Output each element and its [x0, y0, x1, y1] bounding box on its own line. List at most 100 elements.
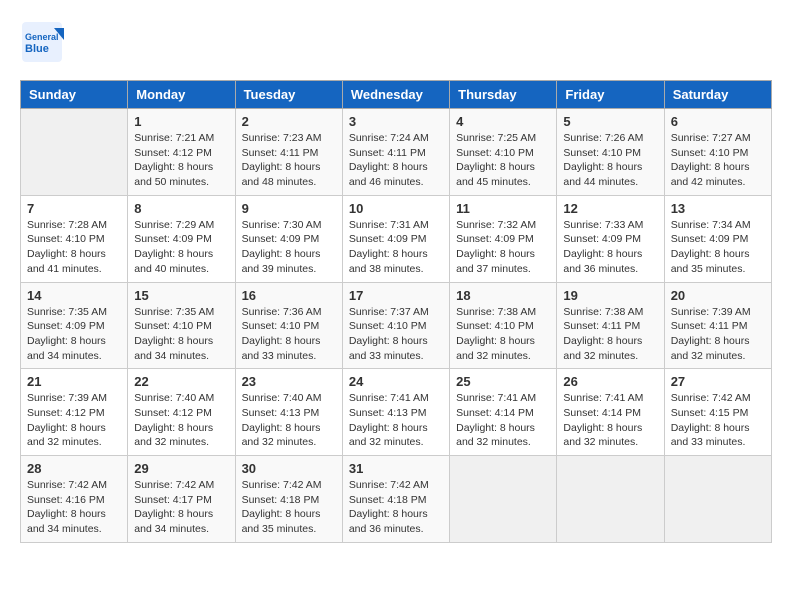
day-info: Sunrise: 7:34 AM Sunset: 4:09 PM Dayligh… [671, 218, 765, 277]
day-number: 24 [349, 374, 443, 389]
calendar-cell: 7 Sunrise: 7:28 AM Sunset: 4:10 PM Dayli… [21, 195, 128, 282]
daylight-label: Daylight: 8 hours and 32 minutes. [456, 335, 535, 362]
sunset-label: Sunset: 4:09 PM [27, 320, 105, 332]
sunrise-label: Sunrise: 7:42 AM [27, 479, 107, 491]
sunrise-label: Sunrise: 7:29 AM [134, 219, 214, 231]
day-info: Sunrise: 7:24 AM Sunset: 4:11 PM Dayligh… [349, 131, 443, 190]
day-info: Sunrise: 7:42 AM Sunset: 4:17 PM Dayligh… [134, 478, 228, 537]
sunset-label: Sunset: 4:09 PM [349, 233, 427, 245]
sunrise-label: Sunrise: 7:28 AM [27, 219, 107, 231]
daylight-label: Daylight: 8 hours and 34 minutes. [27, 335, 106, 362]
day-info: Sunrise: 7:35 AM Sunset: 4:10 PM Dayligh… [134, 305, 228, 364]
day-number: 7 [27, 201, 121, 216]
sunset-label: Sunset: 4:10 PM [563, 147, 641, 159]
calendar-table: SundayMondayTuesdayWednesdayThursdayFrid… [20, 80, 772, 543]
sunset-label: Sunset: 4:12 PM [134, 407, 212, 419]
day-number: 30 [242, 461, 336, 476]
day-number: 18 [456, 288, 550, 303]
sunset-label: Sunset: 4:12 PM [134, 147, 212, 159]
sunset-label: Sunset: 4:10 PM [134, 320, 212, 332]
day-info: Sunrise: 7:42 AM Sunset: 4:15 PM Dayligh… [671, 391, 765, 450]
calendar-cell: 12 Sunrise: 7:33 AM Sunset: 4:09 PM Dayl… [557, 195, 664, 282]
day-number: 10 [349, 201, 443, 216]
day-number: 21 [27, 374, 121, 389]
daylight-label: Daylight: 8 hours and 48 minutes. [242, 161, 321, 188]
sunset-label: Sunset: 4:15 PM [671, 407, 749, 419]
calendar-cell [557, 456, 664, 543]
calendar-cell: 27 Sunrise: 7:42 AM Sunset: 4:15 PM Dayl… [664, 369, 771, 456]
weekday-header-tuesday: Tuesday [235, 81, 342, 109]
sunrise-label: Sunrise: 7:32 AM [456, 219, 536, 231]
weekday-header-friday: Friday [557, 81, 664, 109]
sunrise-label: Sunrise: 7:41 AM [349, 392, 429, 404]
calendar-cell: 6 Sunrise: 7:27 AM Sunset: 4:10 PM Dayli… [664, 109, 771, 196]
day-info: Sunrise: 7:32 AM Sunset: 4:09 PM Dayligh… [456, 218, 550, 277]
calendar-cell: 30 Sunrise: 7:42 AM Sunset: 4:18 PM Dayl… [235, 456, 342, 543]
sunrise-label: Sunrise: 7:30 AM [242, 219, 322, 231]
calendar-cell: 8 Sunrise: 7:29 AM Sunset: 4:09 PM Dayli… [128, 195, 235, 282]
daylight-label: Daylight: 8 hours and 33 minutes. [671, 422, 750, 449]
daylight-label: Daylight: 8 hours and 33 minutes. [349, 335, 428, 362]
day-info: Sunrise: 7:31 AM Sunset: 4:09 PM Dayligh… [349, 218, 443, 277]
calendar-cell: 13 Sunrise: 7:34 AM Sunset: 4:09 PM Dayl… [664, 195, 771, 282]
sunrise-label: Sunrise: 7:40 AM [134, 392, 214, 404]
day-info: Sunrise: 7:41 AM Sunset: 4:14 PM Dayligh… [563, 391, 657, 450]
sunrise-label: Sunrise: 7:24 AM [349, 132, 429, 144]
day-number: 13 [671, 201, 765, 216]
day-number: 8 [134, 201, 228, 216]
sunset-label: Sunset: 4:11 PM [671, 320, 748, 332]
daylight-label: Daylight: 8 hours and 32 minutes. [563, 422, 642, 449]
sunset-label: Sunset: 4:10 PM [349, 320, 427, 332]
sunrise-label: Sunrise: 7:23 AM [242, 132, 322, 144]
daylight-label: Daylight: 8 hours and 32 minutes. [563, 335, 642, 362]
day-info: Sunrise: 7:42 AM Sunset: 4:18 PM Dayligh… [242, 478, 336, 537]
daylight-label: Daylight: 8 hours and 35 minutes. [671, 248, 750, 275]
day-number: 9 [242, 201, 336, 216]
day-number: 1 [134, 114, 228, 129]
day-number: 20 [671, 288, 765, 303]
day-number: 23 [242, 374, 336, 389]
day-info: Sunrise: 7:26 AM Sunset: 4:10 PM Dayligh… [563, 131, 657, 190]
weekday-header-wednesday: Wednesday [342, 81, 449, 109]
sunrise-label: Sunrise: 7:41 AM [563, 392, 643, 404]
day-info: Sunrise: 7:35 AM Sunset: 4:09 PM Dayligh… [27, 305, 121, 364]
sunset-label: Sunset: 4:09 PM [563, 233, 641, 245]
calendar-cell: 29 Sunrise: 7:42 AM Sunset: 4:17 PM Dayl… [128, 456, 235, 543]
daylight-label: Daylight: 8 hours and 33 minutes. [242, 335, 321, 362]
daylight-label: Daylight: 8 hours and 42 minutes. [671, 161, 750, 188]
calendar-cell: 28 Sunrise: 7:42 AM Sunset: 4:16 PM Dayl… [21, 456, 128, 543]
daylight-label: Daylight: 8 hours and 35 minutes. [242, 508, 321, 535]
sunrise-label: Sunrise: 7:37 AM [349, 306, 429, 318]
calendar-cell: 1 Sunrise: 7:21 AM Sunset: 4:12 PM Dayli… [128, 109, 235, 196]
day-info: Sunrise: 7:27 AM Sunset: 4:10 PM Dayligh… [671, 131, 765, 190]
sunset-label: Sunset: 4:10 PM [456, 320, 534, 332]
sunset-label: Sunset: 4:12 PM [27, 407, 105, 419]
day-info: Sunrise: 7:28 AM Sunset: 4:10 PM Dayligh… [27, 218, 121, 277]
calendar-cell: 22 Sunrise: 7:40 AM Sunset: 4:12 PM Dayl… [128, 369, 235, 456]
calendar-cell: 9 Sunrise: 7:30 AM Sunset: 4:09 PM Dayli… [235, 195, 342, 282]
sunrise-label: Sunrise: 7:42 AM [671, 392, 751, 404]
day-info: Sunrise: 7:42 AM Sunset: 4:16 PM Dayligh… [27, 478, 121, 537]
sunrise-label: Sunrise: 7:38 AM [563, 306, 643, 318]
sunrise-label: Sunrise: 7:25 AM [456, 132, 536, 144]
calendar-cell: 4 Sunrise: 7:25 AM Sunset: 4:10 PM Dayli… [450, 109, 557, 196]
sunset-label: Sunset: 4:09 PM [671, 233, 749, 245]
sunrise-label: Sunrise: 7:36 AM [242, 306, 322, 318]
sunset-label: Sunset: 4:18 PM [349, 494, 427, 506]
calendar-cell: 3 Sunrise: 7:24 AM Sunset: 4:11 PM Dayli… [342, 109, 449, 196]
daylight-label: Daylight: 8 hours and 38 minutes. [349, 248, 428, 275]
daylight-label: Daylight: 8 hours and 37 minutes. [456, 248, 535, 275]
calendar-cell: 21 Sunrise: 7:39 AM Sunset: 4:12 PM Dayl… [21, 369, 128, 456]
sunrise-label: Sunrise: 7:39 AM [27, 392, 107, 404]
calendar-cell: 11 Sunrise: 7:32 AM Sunset: 4:09 PM Dayl… [450, 195, 557, 282]
day-number: 3 [349, 114, 443, 129]
calendar-cell: 20 Sunrise: 7:39 AM Sunset: 4:11 PM Dayl… [664, 282, 771, 369]
daylight-label: Daylight: 8 hours and 32 minutes. [456, 422, 535, 449]
day-number: 14 [27, 288, 121, 303]
weekday-header-thursday: Thursday [450, 81, 557, 109]
sunrise-label: Sunrise: 7:40 AM [242, 392, 322, 404]
calendar-cell [450, 456, 557, 543]
sunrise-label: Sunrise: 7:41 AM [456, 392, 536, 404]
day-number: 17 [349, 288, 443, 303]
day-number: 4 [456, 114, 550, 129]
